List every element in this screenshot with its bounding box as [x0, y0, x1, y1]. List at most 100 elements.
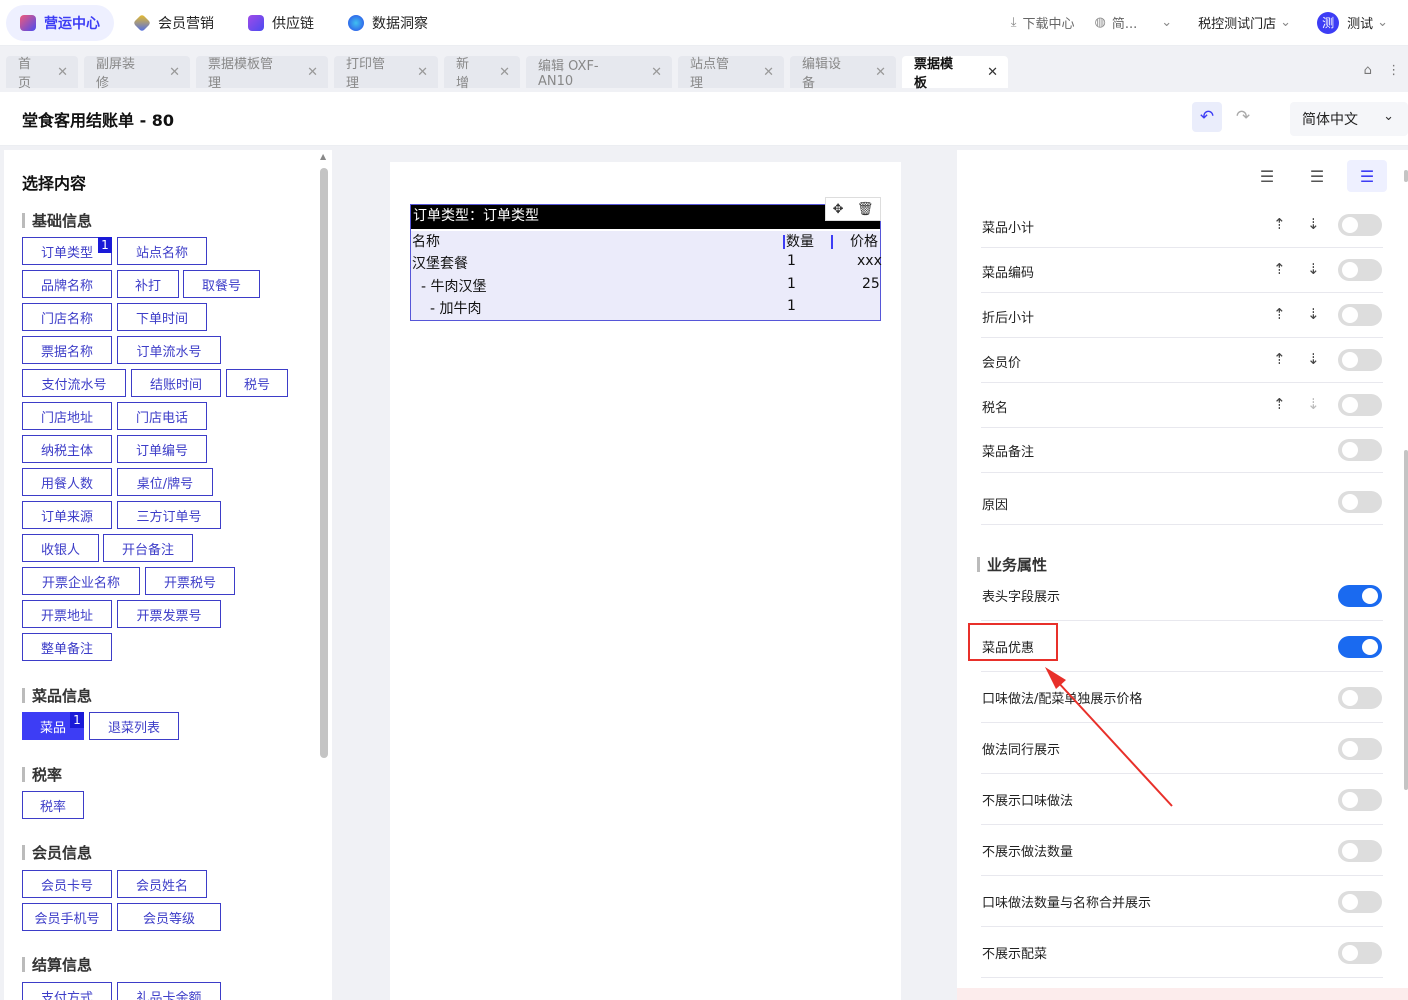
chip-order-time[interactable]: 下单时间 — [117, 303, 207, 331]
column-divider[interactable] — [831, 235, 833, 249]
move-down-icon[interactable]: ⇣ — [1307, 305, 1320, 323]
move-down-icon[interactable]: ⇣ — [1307, 260, 1320, 278]
tab-site-mgmt[interactable]: 站点管理 ✕ — [678, 56, 784, 91]
scroll-up-icon[interactable]: ▲ — [320, 152, 326, 161]
language-switch[interactable]: ◍ 简... ⌄ — [1095, 13, 1179, 32]
chip-order-no[interactable]: 订单编号 — [117, 435, 207, 463]
move-up-icon[interactable]: ⇡ — [1273, 350, 1286, 368]
chip-taxpayer[interactable]: 纳税主体 — [22, 435, 112, 463]
user-menu[interactable]: 测 测试 ⌄ — [1317, 11, 1394, 34]
align-center-icon[interactable]: ☰ — [1297, 160, 1337, 192]
chip-member-phone[interactable]: 会员手机号 — [22, 903, 112, 931]
tab-print-mgmt[interactable]: 打印管理 ✕ — [334, 56, 438, 91]
toggle-switch[interactable] — [1338, 738, 1382, 760]
chip-open-note[interactable]: 开台备注 — [103, 534, 193, 562]
close-icon[interactable]: ✕ — [651, 65, 662, 80]
download-center-link[interactable]: ⤓ 下载中心 — [1011, 13, 1075, 32]
chip-member-card[interactable]: 会员卡号 — [22, 870, 112, 898]
undo-button[interactable]: ↶ — [1192, 102, 1222, 132]
tab-home[interactable]: 首页 ✕ — [6, 56, 78, 91]
toggle-switch[interactable] — [1338, 349, 1382, 371]
chip-order-note[interactable]: 整单备注 — [22, 633, 112, 661]
close-icon[interactable]: ✕ — [875, 65, 886, 80]
tab-secondary-screen[interactable]: 副屏装修 ✕ — [84, 56, 190, 91]
store-switch[interactable]: 税控测试门店 ⌄ — [1198, 13, 1297, 32]
column-divider[interactable] — [783, 235, 785, 249]
toggle-switch[interactable] — [1338, 259, 1382, 281]
chip-return-list[interactable]: 退菜列表 — [89, 712, 179, 740]
toggle-switch[interactable] — [1338, 840, 1382, 862]
chip-reprint[interactable]: 补打 — [117, 270, 179, 298]
toggle-switch[interactable] — [1338, 439, 1382, 461]
chip-tax-rate[interactable]: 税率 — [22, 791, 84, 819]
toggle-switch[interactable] — [1338, 394, 1382, 416]
toggle-switch[interactable] — [1338, 891, 1382, 913]
chip-pickup-no[interactable]: 取餐号 — [183, 270, 260, 298]
align-left-icon[interactable]: ☰ — [1247, 160, 1287, 192]
chip-diners[interactable]: 用餐人数 — [22, 468, 112, 496]
nav-data-insight[interactable]: 数据洞察 — [334, 5, 442, 41]
delete-icon[interactable]: 🗑 — [857, 202, 874, 217]
receipt-header-line[interactable]: 订单类型：订单类型 — [411, 205, 880, 229]
close-icon[interactable]: ✕ — [499, 65, 510, 80]
left-scrollbar[interactable] — [320, 168, 328, 758]
nav-supply-chain[interactable]: 供应链 — [234, 5, 328, 41]
move-up-icon[interactable]: ⇡ — [1273, 305, 1286, 323]
more-icon[interactable]: ⋮ — [1387, 63, 1400, 78]
close-icon[interactable]: ✕ — [417, 65, 428, 80]
chip-cashier[interactable]: 收银人 — [22, 534, 99, 562]
nav-hub[interactable]: 营运中心 — [6, 4, 114, 41]
chip-brand-name[interactable]: 品牌名称 — [22, 270, 112, 298]
chip-pay-method[interactable]: 支付方式 — [22, 982, 112, 1000]
receipt-block[interactable]: 订单类型：订单类型 ✥ 🗑 名称 数量 价格 汉堡套餐 1 xxx - 牛肉汉堡… — [410, 197, 882, 321]
chip-invoice-company[interactable]: 开票企业名称 — [22, 567, 140, 595]
tab-edit-device[interactable]: 编辑设备 ✕ — [790, 56, 896, 91]
chip-third-party-order[interactable]: 三方订单号 — [117, 501, 221, 529]
chip-order-serial[interactable]: 订单流水号 — [117, 336, 221, 364]
toggle-switch[interactable] — [1338, 491, 1382, 513]
move-icon[interactable]: ✥ — [833, 202, 844, 217]
redo-button[interactable]: ↷ — [1228, 102, 1258, 132]
close-icon[interactable]: ✕ — [57, 65, 68, 80]
align-right-icon[interactable]: ☰ — [1347, 160, 1387, 192]
chip-gift-card-balance[interactable]: 礼品卡余额 — [117, 982, 221, 1000]
toggle-switch[interactable] — [1338, 585, 1382, 607]
toggle-switch[interactable] — [1338, 687, 1382, 709]
toggle-switch[interactable] — [1338, 789, 1382, 811]
toggle-switch[interactable] — [1338, 304, 1382, 326]
chip-tax-no[interactable]: 税号 — [226, 369, 288, 397]
chip-store-name[interactable]: 门店名称 — [22, 303, 112, 331]
right-scrollbar[interactable] — [1404, 450, 1408, 790]
language-select[interactable]: 简体中文 ⌄ — [1290, 102, 1408, 136]
chip-invoice-address[interactable]: 开票地址 — [22, 600, 112, 628]
chip-order-type[interactable]: 订单类型 1 — [22, 237, 112, 265]
close-icon[interactable]: ✕ — [307, 65, 318, 80]
chip-pay-serial[interactable]: 支付流水号 — [22, 369, 126, 397]
tab-receipt-template-mgmt[interactable]: 票据模板管理 ✕ — [196, 56, 328, 91]
toggle-switch[interactable] — [1338, 942, 1382, 964]
chip-site-name[interactable]: 站点名称 — [117, 237, 207, 265]
move-up-icon[interactable]: ⇡ — [1273, 260, 1286, 278]
chip-dish[interactable]: 菜品 1 — [22, 712, 84, 740]
tab-list-icon[interactable]: ⌂ — [1364, 63, 1372, 78]
toggle-switch[interactable] — [1338, 214, 1382, 236]
move-up-icon[interactable]: ⇡ — [1273, 395, 1286, 413]
tab-edit-device-model[interactable]: 编辑 OXF-AN10 ✕ — [526, 56, 672, 89]
chip-table-no[interactable]: 桌位/牌号 — [117, 468, 213, 496]
move-up-icon[interactable]: ⇡ — [1273, 215, 1286, 233]
toggle-switch[interactable] — [1338, 636, 1382, 658]
tab-new[interactable]: 新增 ✕ — [444, 56, 520, 91]
chip-member-name[interactable]: 会员姓名 — [117, 870, 207, 898]
chip-store-address[interactable]: 门店地址 — [22, 402, 112, 430]
nav-member-marketing[interactable]: 会员营销 — [120, 5, 228, 41]
chip-member-level[interactable]: 会员等级 — [117, 903, 221, 931]
tab-receipt-template[interactable]: 票据模板 ✕ — [902, 56, 1008, 91]
dish-table[interactable]: 名称 数量 价格 汉堡套餐 1 xxx - 牛肉汉堡 1 25 - 加牛肉 1 — [411, 231, 882, 320]
close-icon[interactable]: ✕ — [169, 65, 180, 80]
close-icon[interactable]: ✕ — [763, 65, 774, 80]
move-down-icon[interactable]: ⇣ — [1307, 350, 1320, 368]
chip-store-phone[interactable]: 门店电话 — [117, 402, 207, 430]
chip-checkout-time[interactable]: 结账时间 — [131, 369, 221, 397]
chip-invoice-number[interactable]: 开票发票号 — [117, 600, 221, 628]
close-icon[interactable]: ✕ — [987, 65, 998, 80]
